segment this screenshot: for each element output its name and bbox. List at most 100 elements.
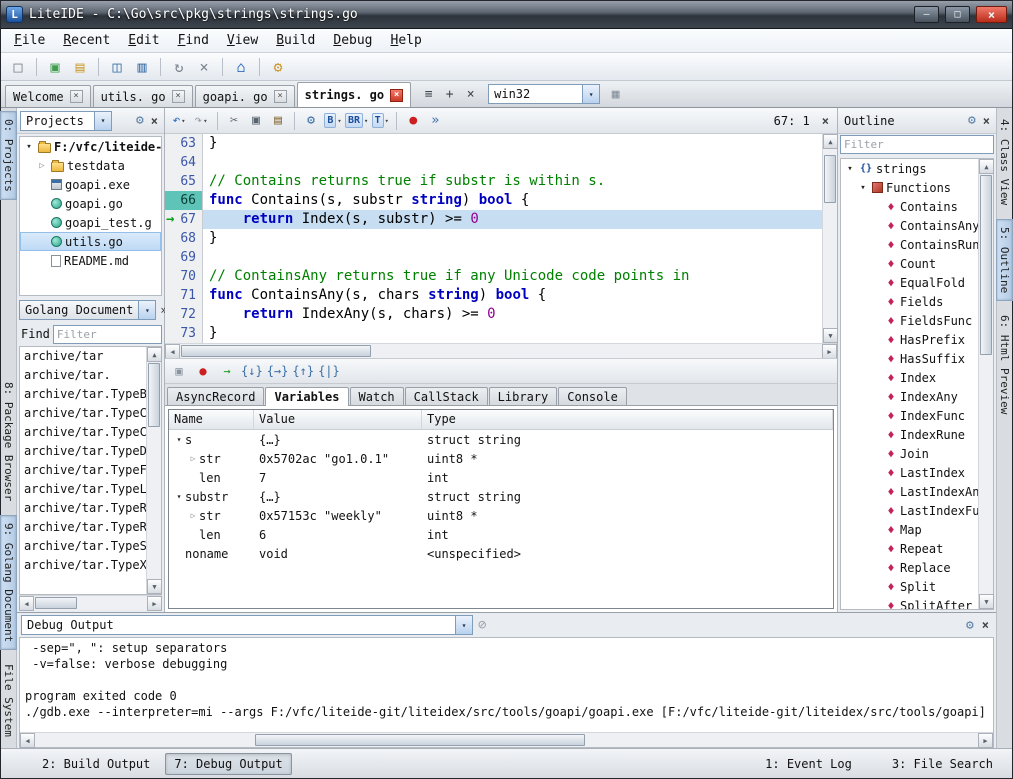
debug-tab-variables[interactable]: Variables — [265, 387, 348, 406]
doc-list-item[interactable]: archive/tar.TypeCh — [20, 404, 146, 423]
paste-icon[interactable]: ▤ — [268, 111, 288, 131]
scroll-up-icon[interactable]: ▲ — [979, 159, 994, 174]
chevron-down-icon[interactable]: ▾ — [582, 85, 599, 103]
outline-vertical-scrollbar[interactable]: ▲ ▼ — [978, 159, 993, 609]
code-line[interactable]: 64 — [165, 153, 822, 172]
code-line[interactable]: 67→ return Index(s, substr) >= 0 — [165, 210, 822, 229]
doc-list-vertical-scrollbar[interactable]: ▲ ▼ — [146, 347, 161, 594]
expander-icon[interactable]: ▷ — [187, 511, 199, 520]
doc-list-item[interactable]: archive/tar.TypeCo — [20, 423, 146, 442]
code-line[interactable]: 65// Contains returns true if substr is … — [165, 172, 822, 191]
doc-list-item[interactable]: archive/tar.TypeXG — [20, 556, 146, 575]
scrollbar-track[interactable] — [823, 149, 837, 328]
doc-list-item[interactable]: archive/tar.TypeFif — [20, 461, 146, 480]
chevron-down-icon[interactable]: ▾ — [364, 117, 368, 125]
close-file-icon[interactable]: × — [193, 56, 215, 78]
code-lines[interactable]: 63}6465// Contains returns true if subst… — [165, 134, 822, 343]
editor-tab[interactable]: Welcome× — [5, 85, 91, 107]
outline-item[interactable]: ♦IndexFunc — [841, 406, 978, 425]
code-line[interactable]: 68} — [165, 229, 822, 248]
close-tab-icon[interactable]: × — [390, 89, 403, 102]
test-icon[interactable]: T▾ — [370, 111, 390, 131]
save-all-icon[interactable]: ▥ — [131, 56, 153, 78]
expander-icon[interactable]: ▾ — [857, 183, 869, 193]
scroll-down-icon[interactable]: ▼ — [979, 594, 994, 609]
status-toggle[interactable]: 2: Build Output — [33, 753, 159, 775]
gear-icon[interactable]: ⚙ — [136, 113, 144, 128]
close-window-button[interactable]: × — [976, 6, 1007, 23]
outline-item[interactable]: ♦IndexAny — [841, 387, 978, 406]
redo-icon[interactable]: ↷▾ — [191, 111, 211, 131]
outline-item[interactable]: ♦Index — [841, 368, 978, 387]
scrollbar-track[interactable] — [35, 733, 978, 747]
close-panel-icon[interactable]: × — [979, 618, 992, 632]
code-line[interactable]: 71func ContainsAny(s, chars string) bool… — [165, 286, 822, 305]
scroll-right-icon[interactable]: ▶ — [978, 733, 993, 748]
close-tab-icon[interactable]: × — [172, 90, 185, 103]
outline-item[interactable]: ♦Count — [841, 254, 978, 273]
editor-tab[interactable]: utils. go× — [93, 85, 193, 107]
outline-item[interactable]: ♦Fields — [841, 292, 978, 311]
close-tab-icon[interactable]: × — [274, 90, 287, 103]
debug-output-lines[interactable]: -sep=", ": setup separators -v=false: ve… — [20, 638, 993, 732]
scroll-up-icon[interactable]: ▲ — [823, 134, 838, 149]
outline-item[interactable]: ♦SplitAfter — [841, 596, 978, 609]
minimize-button[interactable]: – — [914, 6, 939, 23]
gear-icon[interactable]: ⚙ — [966, 618, 974, 633]
step-into-icon[interactable]: {↓} — [241, 361, 263, 381]
outline-item[interactable]: ♦FieldsFunc — [841, 311, 978, 330]
new-file-icon[interactable]: □ — [7, 56, 29, 78]
scroll-left-icon[interactable]: ◀ — [19, 596, 34, 611]
stop-debug-icon[interactable]: ▣ — [169, 361, 189, 381]
close-panel-icon[interactable]: × — [148, 114, 161, 128]
code-line[interactable]: 66func Contains(s, substr string) bool { — [165, 191, 822, 210]
doc-list-item[interactable]: archive/tar — [20, 347, 146, 366]
scrollbar-thumb[interactable] — [181, 345, 371, 357]
project-tree-item[interactable]: utils.go — [20, 232, 161, 251]
cut-icon[interactable]: ✂ — [224, 111, 244, 131]
menu-item-edit[interactable]: Edit — [119, 30, 168, 51]
doc-list-item[interactable]: archive/tar.TypeRe — [20, 518, 146, 537]
doc-list-horizontal-scrollbar[interactable]: ◀ ▶ — [19, 595, 162, 610]
expander-icon[interactable]: ▷ — [187, 454, 199, 463]
project-tree-item[interactable]: goapi.exe — [20, 175, 161, 194]
expander-icon[interactable]: ▾ — [173, 435, 185, 444]
menu-item-find[interactable]: Find — [169, 30, 218, 51]
outline-item[interactable]: ▾{}strings — [841, 159, 978, 178]
copy-icon[interactable]: ▣ — [246, 111, 266, 131]
scrollbar-thumb[interactable] — [980, 175, 992, 355]
scrollbar-track[interactable] — [34, 596, 147, 610]
scrollbar-track[interactable] — [979, 174, 993, 594]
doc-list-item[interactable]: archive/tar.TypeBlo — [20, 385, 146, 404]
menu-item-help[interactable]: Help — [382, 30, 431, 51]
debug-record-icon[interactable]: ● — [403, 111, 423, 131]
project-tree-item[interactable]: README.md — [20, 251, 161, 270]
column-header[interactable]: Value — [254, 410, 422, 429]
debug-tab-callstack[interactable]: CallStack — [405, 387, 488, 405]
save-file-icon[interactable]: ◫ — [106, 56, 128, 78]
project-tree-item[interactable]: goapi.go — [20, 194, 161, 213]
breakpoint-icon[interactable]: ● — [193, 361, 213, 381]
status-toggle[interactable]: 1: Event Log — [756, 753, 861, 775]
build-run-icon[interactable]: BR▾ — [345, 111, 368, 131]
editor-tab[interactable]: strings. go× — [297, 82, 411, 107]
editor-tab[interactable]: goapi. go× — [195, 85, 295, 107]
expander-icon[interactable]: ▾ — [23, 142, 35, 152]
scroll-right-icon[interactable]: ▶ — [822, 344, 837, 359]
outline-item[interactable]: ♦EqualFold — [841, 273, 978, 292]
step-out-icon[interactable]: {↑} — [292, 361, 314, 381]
code-line[interactable]: 72 return IndexAny(s, chars) >= 0 — [165, 305, 822, 324]
code-editor[interactable]: 63}6465// Contains returns true if subst… — [165, 134, 837, 343]
side-tab[interactable]: 5: Outline — [996, 219, 1013, 301]
menu-item-build[interactable]: Build — [267, 30, 324, 51]
menu-item-recent[interactable]: Recent — [54, 30, 119, 51]
chevron-down-icon[interactable]: ▾ — [455, 616, 472, 634]
undo-icon[interactable]: ↶▾ — [169, 111, 189, 131]
doc-filter-input[interactable] — [53, 325, 162, 344]
step-over-icon[interactable]: {→} — [267, 361, 289, 381]
outline-item[interactable]: ♦Join — [841, 444, 978, 463]
export-icon[interactable]: » — [425, 111, 445, 131]
side-tab[interactable]: 4: Class View — [996, 111, 1013, 213]
chevron-down-icon[interactable]: ▾ — [203, 117, 207, 125]
menu-item-view[interactable]: View — [218, 30, 267, 51]
